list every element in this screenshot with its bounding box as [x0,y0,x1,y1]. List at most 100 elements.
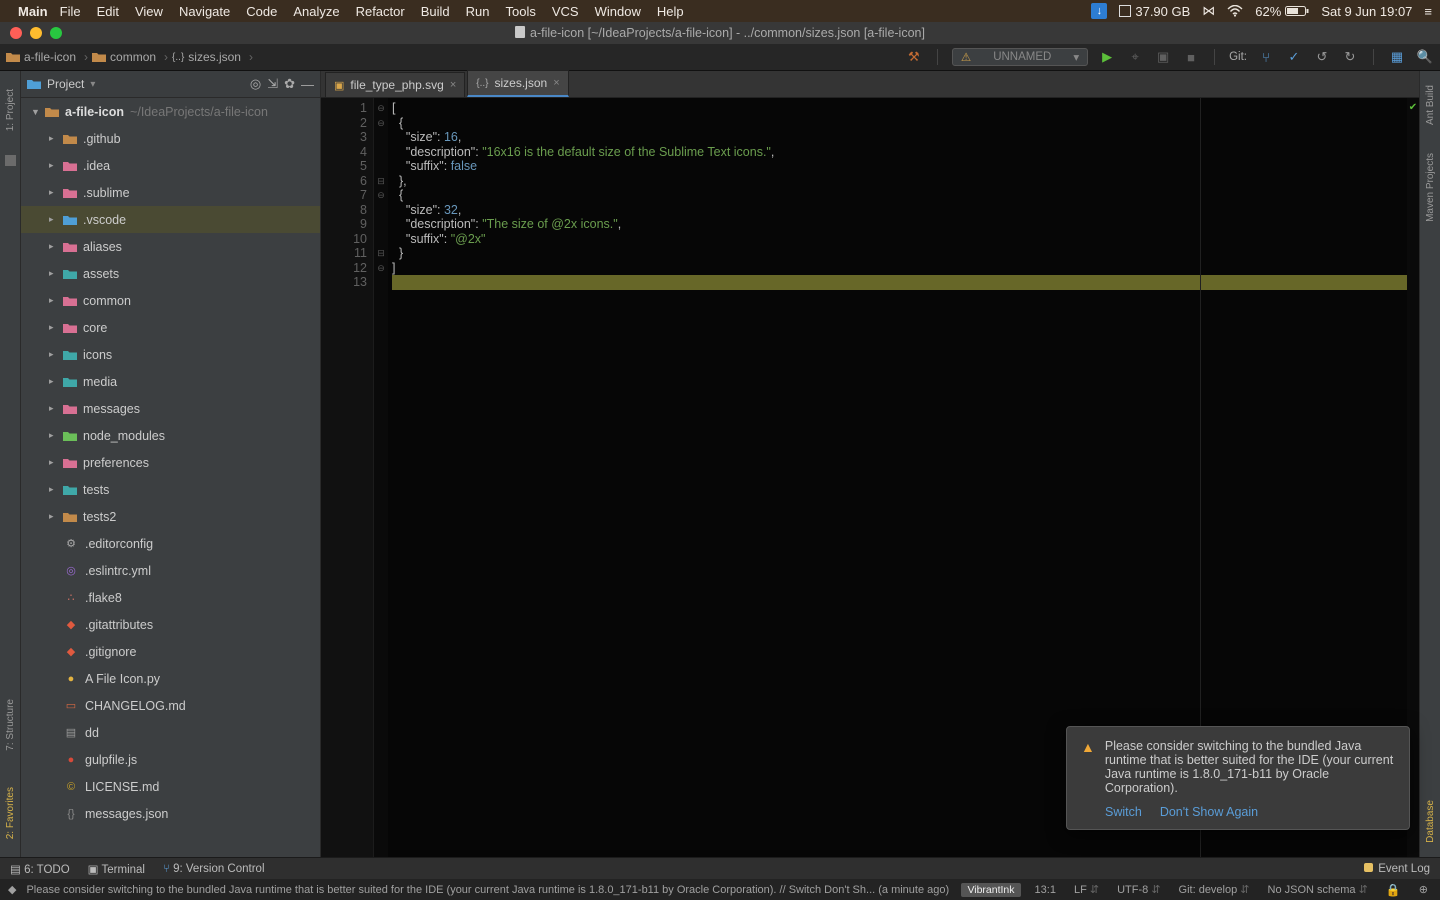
menu-edit[interactable]: Edit [97,4,119,19]
tree-dir-aliases[interactable]: ▸aliases [21,233,320,260]
tree-dir-preferences[interactable]: ▸preferences [21,449,320,476]
tree-dir-vscode[interactable]: ▸.vscode [21,206,320,233]
toolwindow-favorites-tab[interactable]: 2: Favorites [5,787,16,839]
tree-dir-tests2[interactable]: ▸tests2 [21,503,320,530]
app-name[interactable]: Main [18,4,48,19]
vcs-history-icon[interactable]: ↺ [1313,48,1331,66]
tree-dir-core[interactable]: ▸core [21,314,320,341]
tree-file-gulpfilejs[interactable]: ●gulpfile.js [21,746,320,773]
terminal-toolwindow-button[interactable]: ▣ Terminal [88,862,145,876]
toolwindow-project-tab[interactable]: 1: Project [5,89,16,131]
run-config-selector[interactable]: ⚠ UNNAMED ▾ [952,48,1088,66]
code-line-6[interactable]: }, [392,174,1407,189]
status-indicator-icon[interactable]: ◆ [8,883,16,896]
menu-view[interactable]: View [135,4,163,19]
tree-dir-sublime[interactable]: ▸.sublime [21,179,320,206]
readonly-lock-icon[interactable]: 🔒 [1382,883,1405,897]
menu-refactor[interactable]: Refactor [356,4,405,19]
tree-file-editorconfig[interactable]: ⚙.editorconfig [21,530,320,557]
git-branch-status[interactable]: Git: develop ⇵ [1175,883,1254,896]
tree-file-LICENSEmd[interactable]: ©LICENSE.md [21,773,320,800]
tree-file-messagesjson[interactable]: {}messages.json [21,800,320,827]
breadcrumb-folder[interactable]: common [92,50,156,64]
breadcrumb-project[interactable]: a-file-icon [6,50,76,64]
gear-icon[interactable]: ✿ [284,76,295,92]
menu-navigate[interactable]: Navigate [179,4,230,19]
file-encoding[interactable]: UTF-8 ⇵ [1113,883,1164,896]
debug-button[interactable]: ⌖ [1126,48,1144,66]
menu-extras-icon[interactable]: ≡ [1424,4,1432,19]
build-icon[interactable]: ⚒ [905,48,923,66]
collapse-all-icon[interactable]: ⇲ [267,76,278,92]
tree-file-gitignore[interactable]: ◆.gitignore [21,638,320,665]
wifi-icon[interactable] [1227,5,1243,17]
notification-switch-link[interactable]: Switch [1105,805,1142,819]
toolwindow-structure-tab[interactable]: 7: Structure [5,699,16,751]
close-window-button[interactable] [10,27,22,39]
locate-icon[interactable]: ◎ [250,76,261,92]
toolwindow-ant-tab[interactable]: Ant Build [1425,85,1436,125]
tree-file-eslintrcyml[interactable]: ◎.eslintrc.yml [21,557,320,584]
close-tab-icon[interactable]: × [553,77,559,89]
menubar-extra-icon[interactable]: ↓ [1091,3,1107,19]
color-scheme-chip[interactable]: VibrantInk [961,883,1020,897]
menu-code[interactable]: Code [246,4,277,19]
hide-panel-icon[interactable]: — [301,77,314,92]
vcs-update-icon[interactable]: ✓ [1285,48,1303,66]
menu-file[interactable]: File [60,4,81,19]
fold-gutter[interactable]: ⊖⊖⊟⊖⊟⊖ [374,98,388,857]
tree-file-CHANGELOGmd[interactable]: ▭CHANGELOG.md [21,692,320,719]
code-line-10[interactable]: "suffix": "@2x" [392,232,1407,247]
code-line-8[interactable]: "size": 32, [392,203,1407,218]
editor-tab-file_type_phpsvg[interactable]: ▣file_type_php.svg× [325,72,465,97]
code-line-1[interactable]: [ [392,101,1407,116]
tree-dir-idea[interactable]: ▸.idea [21,152,320,179]
bowtie-icon[interactable]: ⋈ [1202,3,1215,19]
tree-file-gitattributes[interactable]: ◆.gitattributes [21,611,320,638]
tree-file-dd[interactable]: ▤dd [21,719,320,746]
minimize-window-button[interactable] [30,27,42,39]
line-separator[interactable]: LF ⇵ [1070,883,1103,896]
breadcrumb-file[interactable]: {..}sizes.json [172,50,241,64]
close-tab-icon[interactable]: × [450,79,456,91]
toolwindow-maven-tab[interactable]: Maven Projects [1425,153,1436,222]
code-line-5[interactable]: "suffix": false [392,159,1407,174]
menu-tools[interactable]: Tools [506,4,536,19]
editor-tab-sizesjson[interactable]: {..}sizes.json× [467,70,568,97]
chevron-down-icon[interactable]: ▾ [90,79,95,90]
status-message[interactable]: Please consider switching to the bundled… [26,884,951,896]
event-log-button[interactable]: Event Log [1364,863,1430,875]
code-line-7[interactable]: { [392,188,1407,203]
project-tree[interactable]: ▼a-file-icon~/IdeaProjects/a-file-icon▸.… [21,98,320,857]
todo-toolwindow-button[interactable]: ▤ 6: TODO [10,862,70,876]
toolwindow-square-icon[interactable] [5,155,16,166]
vcs-toolwindow-button[interactable]: ⑂ 9: Version Control [163,863,265,875]
code-line-2[interactable]: { [392,116,1407,131]
tree-dir-common[interactable]: ▸common [21,287,320,314]
battery-status[interactable]: 62% [1255,4,1309,19]
code-line-12[interactable]: ] [392,261,1407,276]
notification-dont-show-link[interactable]: Don't Show Again [1160,805,1258,819]
tree-dir-messages[interactable]: ▸messages [21,395,320,422]
stop-button[interactable]: ■ [1182,48,1200,66]
clock[interactable]: Sat 9 Jun 19:07 [1321,4,1412,19]
menu-help[interactable]: Help [657,4,684,19]
tree-dir-node_modules[interactable]: ▸node_modules [21,422,320,449]
tree-dir-media[interactable]: ▸media [21,368,320,395]
menu-build[interactable]: Build [421,4,450,19]
code-line-13[interactable] [392,275,1407,290]
memory-indicator-icon[interactable]: ⊕ [1415,883,1432,896]
code-line-9[interactable]: "description": "The size of @2x icons.", [392,217,1407,232]
vcs-branch-icon[interactable]: ⑂ [1257,48,1275,66]
project-title[interactable]: Project [47,77,84,91]
tree-dir-icons[interactable]: ▸icons [21,341,320,368]
toolwindow-database-tab[interactable]: Database [1425,800,1436,843]
caret-position[interactable]: 13:1 [1031,884,1060,896]
code-line-4[interactable]: "description": "16x16 is the default siz… [392,145,1407,160]
line-number-gutter[interactable]: 12345678910111213 [321,98,374,857]
ide-settings-grid-icon[interactable]: ▦ [1388,48,1406,66]
search-everywhere-icon[interactable]: 🔍 [1416,48,1434,66]
menu-analyze[interactable]: Analyze [293,4,339,19]
tree-file-AFileIconpy[interactable]: ●A File Icon.py [21,665,320,692]
menu-vcs[interactable]: VCS [552,4,579,19]
